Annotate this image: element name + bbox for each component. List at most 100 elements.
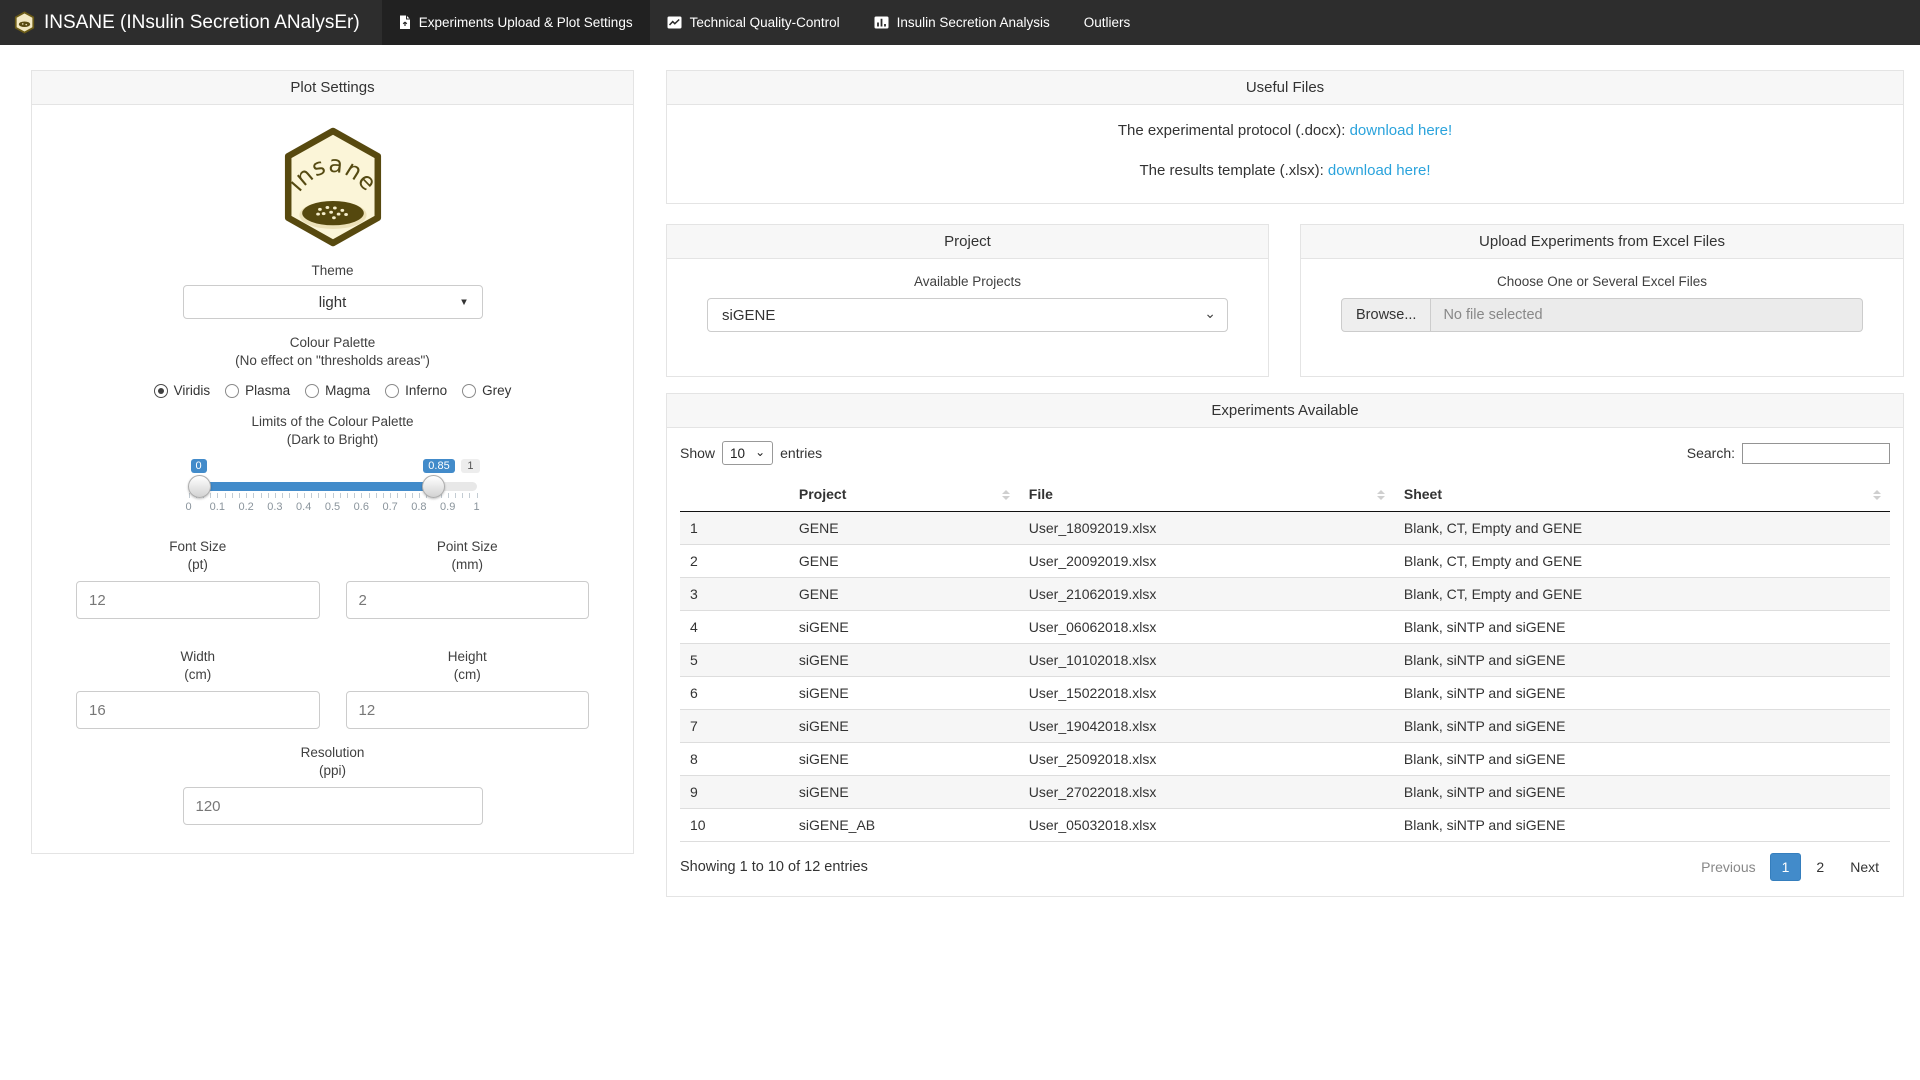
- limits-label: Limits of the Colour Palette: [76, 414, 589, 429]
- theme-select[interactable]: light ▼: [183, 285, 483, 319]
- file-input: Browse... No file selected: [1341, 298, 1863, 332]
- point-size-label: Point Size: [346, 539, 590, 554]
- palette-radio-group: Viridis Plasma Magma Inferno Grey: [76, 383, 589, 398]
- app-title: INSANE (INsulin Secretion ANalysEr): [44, 12, 360, 34]
- point-size-input[interactable]: [346, 581, 590, 619]
- sort-icon: [1002, 490, 1010, 500]
- page-button-1[interactable]: 1: [1770, 853, 1802, 881]
- plot-settings-title: Plot Settings: [32, 71, 633, 105]
- slider-to-value: 0.85: [423, 459, 454, 473]
- next-page-button[interactable]: Next: [1839, 854, 1890, 880]
- palette-label: Colour Palette: [76, 335, 589, 350]
- table-row[interactable]: 2GENEUser_20092019.xlsxBlank, CT, Empty …: [680, 545, 1890, 578]
- tab-outliers[interactable]: Outliers: [1067, 0, 1148, 45]
- upload-title: Upload Experiments from Excel Files: [1301, 225, 1903, 259]
- tab-insulin-secretion-analysis[interactable]: Insulin Secretion Analysis: [857, 0, 1067, 45]
- radio-viridis[interactable]: Viridis: [154, 383, 211, 398]
- sort-icon: [1873, 490, 1881, 500]
- column-header-project[interactable]: Project: [789, 478, 1019, 512]
- slider-fill: [189, 482, 434, 491]
- table-row[interactable]: 6siGENEUser_15022018.xlsxBlank, siNTP an…: [680, 677, 1890, 710]
- insane-logo-icon: [14, 11, 35, 34]
- protocol-download-link[interactable]: download here!: [1350, 122, 1453, 139]
- table-row[interactable]: 1GENEUser_18092019.xlsxBlank, CT, Empty …: [680, 512, 1890, 545]
- experiments-panel: Experiments Available Show 10 ⌄ entries …: [666, 393, 1904, 897]
- radio-button-icon: [225, 384, 239, 398]
- radio-grey[interactable]: Grey: [462, 383, 511, 398]
- useful-files-panel: Useful Files The experimental protocol (…: [666, 70, 1904, 204]
- experiments-table: ProjectFileSheet 1GENEUser_18092019.xlsx…: [680, 478, 1890, 842]
- column-header-file[interactable]: File: [1019, 478, 1394, 512]
- chevron-down-icon: ⌄: [755, 445, 765, 459]
- table-search: Search:: [1687, 443, 1890, 464]
- slider-tick-labels: 00.10.20.30.40.50.60.70.80.91: [189, 501, 477, 515]
- radio-button-icon: [305, 384, 319, 398]
- width-input[interactable]: [76, 691, 320, 729]
- column-header-row-number: [680, 478, 789, 512]
- radio-button-icon: [154, 384, 168, 398]
- page-button-2[interactable]: 2: [1804, 853, 1836, 881]
- table-row[interactable]: 7siGENEUser_19042018.xlsxBlank, siNTP an…: [680, 710, 1890, 743]
- table-row[interactable]: 4siGENEUser_06062018.xlsxBlank, siNTP an…: [680, 611, 1890, 644]
- table-row[interactable]: 3GENEUser_21062019.xlsxBlank, CT, Empty …: [680, 578, 1890, 611]
- app-brand: INSANE (INsulin Secretion ANalysEr): [0, 0, 382, 45]
- line-chart-icon: [667, 16, 682, 29]
- navbar: INSANE (INsulin Secretion ANalysEr) Expe…: [0, 0, 1920, 45]
- palette-limits-slider[interactable]: 0 0.85 1 00.10.20.30.40.50.60.70.80.91: [189, 459, 477, 525]
- sort-icon: [1377, 490, 1385, 500]
- table-row[interactable]: 9siGENEUser_27022018.xlsxBlank, siNTP an…: [680, 776, 1890, 809]
- font-size-input[interactable]: [76, 581, 320, 619]
- limits-note: (Dark to Bright): [76, 432, 589, 447]
- search-input[interactable]: [1742, 443, 1890, 464]
- palette-note: (No effect on "thresholds areas"): [76, 353, 589, 368]
- search-label: Search:: [1687, 445, 1735, 461]
- table-row[interactable]: 5siGENEUser_10102018.xlsxBlank, siNTP an…: [680, 644, 1890, 677]
- slider-from-value: 0: [191, 459, 207, 473]
- file-upload-icon: [399, 15, 411, 30]
- page-length-control: Show 10 ⌄ entries: [680, 441, 822, 465]
- column-header-sheet[interactable]: Sheet: [1394, 478, 1890, 512]
- previous-page-button[interactable]: Previous: [1690, 854, 1766, 880]
- useful-files-title: Useful Files: [667, 71, 1903, 105]
- experiments-title: Experiments Available: [667, 394, 1903, 428]
- slider-max-label: 1: [461, 459, 479, 473]
- theme-value: light: [319, 294, 347, 311]
- tab-technical-quality-control[interactable]: Technical Quality-Control: [650, 0, 857, 45]
- resolution-input[interactable]: [183, 787, 483, 825]
- project-selected-value: siGENE: [722, 307, 775, 324]
- available-projects-label: Available Projects: [707, 274, 1228, 289]
- height-input[interactable]: [346, 691, 590, 729]
- chevron-down-icon: ▼: [459, 296, 469, 307]
- choose-files-label: Choose One or Several Excel Files: [1341, 274, 1863, 289]
- font-size-unit: (pt): [76, 557, 320, 572]
- slider-handle-from[interactable]: [188, 475, 211, 498]
- nav-tabs: Experiments Upload & Plot SettingsTechni…: [382, 0, 1148, 45]
- browse-button[interactable]: Browse...: [1341, 298, 1431, 332]
- radio-button-icon: [385, 384, 399, 398]
- protocol-line: The experimental protocol (.docx): downl…: [687, 122, 1883, 139]
- table-row[interactable]: 10siGENE_ABUser_05032018.xlsxBlank, siNT…: [680, 809, 1890, 842]
- project-title: Project: [667, 225, 1268, 259]
- point-size-unit: (mm): [346, 557, 590, 572]
- table-row[interactable]: 8siGENEUser_25092018.xlsxBlank, siNTP an…: [680, 743, 1890, 776]
- chevron-down-icon: ⌄: [1204, 305, 1216, 322]
- bar-chart-icon: [874, 16, 889, 29]
- page-length-select[interactable]: 10 ⌄: [722, 441, 773, 465]
- file-placeholder: No file selected: [1431, 298, 1863, 332]
- plot-settings-panel: Plot Settings insane: [31, 70, 634, 854]
- project-select[interactable]: siGENE ⌄: [707, 298, 1228, 332]
- pagination: Previous 12 Next: [1690, 853, 1890, 881]
- height-label: Height: [346, 649, 590, 664]
- radio-plasma[interactable]: Plasma: [225, 383, 290, 398]
- project-panel: Project Available Projects siGENE ⌄: [666, 224, 1269, 377]
- template-download-link[interactable]: download here!: [1328, 162, 1431, 179]
- height-unit: (cm): [346, 667, 590, 682]
- width-unit: (cm): [76, 667, 320, 682]
- font-size-label: Font Size: [76, 539, 320, 554]
- resolution-label: Resolution: [76, 745, 589, 760]
- tab-experiments-upload-plot-settings[interactable]: Experiments Upload & Plot Settings: [382, 0, 650, 45]
- radio-button-icon: [462, 384, 476, 398]
- radio-magma[interactable]: Magma: [305, 383, 370, 398]
- insane-logo: insane: [76, 125, 589, 253]
- radio-inferno[interactable]: Inferno: [385, 383, 447, 398]
